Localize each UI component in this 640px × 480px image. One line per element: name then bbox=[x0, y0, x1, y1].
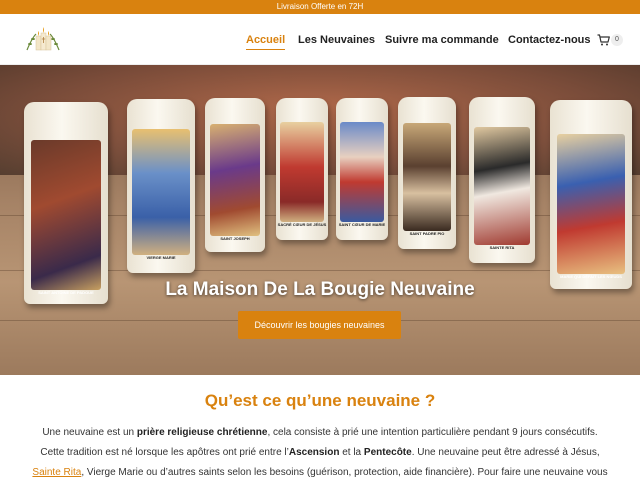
candle-vierge-marie: VIERGE MARIE bbox=[127, 99, 195, 273]
nav-suivre-commande[interactable]: Suivre ma commande bbox=[385, 33, 499, 47]
candle-label: SAINTE RITA bbox=[489, 245, 515, 250]
hero-banner: SAINT ANTOINE DE PADOUE VIERGE MARIE SAI… bbox=[0, 65, 640, 375]
cart-icon bbox=[597, 34, 610, 46]
site-header: Accueil Les Neuvaines Suivre ma commande… bbox=[0, 14, 640, 65]
candle-antoine: SAINT ANTOINE DE PADOUE bbox=[24, 102, 108, 304]
candle-label: SAINT PADRE PIO bbox=[409, 231, 445, 236]
candle-label: SACRÉ CŒUR DE JÉSUS bbox=[277, 222, 327, 227]
candle-sacre-coeur: SACRÉ CŒUR DE JÉSUS bbox=[276, 98, 328, 240]
promo-bar: Livraison Offerte en 72H bbox=[0, 0, 640, 14]
cart-count-badge: 0 bbox=[611, 34, 623, 46]
candle-marie-noeuds: MARIE QUI DÉFAIT LES NŒUDS bbox=[550, 100, 632, 289]
candle-joseph: SAINT JOSEPH bbox=[205, 98, 265, 252]
intro-section: Qu’est ce qu’une neuvaine ? Une neuvaine… bbox=[0, 375, 640, 480]
discover-candles-button[interactable]: Découvrir les bougies neuvaines bbox=[238, 311, 401, 339]
nav-les-neuvaines[interactable]: Les Neuvaines bbox=[298, 33, 375, 47]
candle-label: SAINT CŒUR DE MARIE bbox=[338, 222, 386, 227]
logo[interactable] bbox=[24, 24, 62, 56]
cart-button[interactable]: 0 bbox=[597, 33, 627, 47]
nav-accueil[interactable]: Accueil bbox=[246, 33, 286, 50]
candle-label: SAINT JOSEPH bbox=[220, 236, 250, 241]
candle-sainte-rita: SAINTE RITA bbox=[469, 97, 535, 263]
section-heading: Qu’est ce qu’une neuvaine ? bbox=[204, 391, 436, 410]
candle-coeur-marie: SAINT CŒUR DE MARIE bbox=[336, 98, 388, 240]
candle-logo-icon bbox=[26, 27, 60, 51]
nav-contact[interactable]: Contactez-nous bbox=[508, 33, 591, 47]
promo-text: Livraison Offerte en 72H bbox=[276, 2, 364, 11]
intro-paragraph: Une neuvaine est un prière religieuse ch… bbox=[32, 427, 608, 478]
hero-title: La Maison De La Bougie Neuvaine bbox=[165, 279, 475, 300]
candle-label: VIERGE MARIE bbox=[146, 255, 176, 260]
sainte-rita-link[interactable]: Sainte Rita bbox=[32, 467, 81, 478]
candle-padre-pio: SAINT PADRE PIO bbox=[398, 97, 456, 249]
